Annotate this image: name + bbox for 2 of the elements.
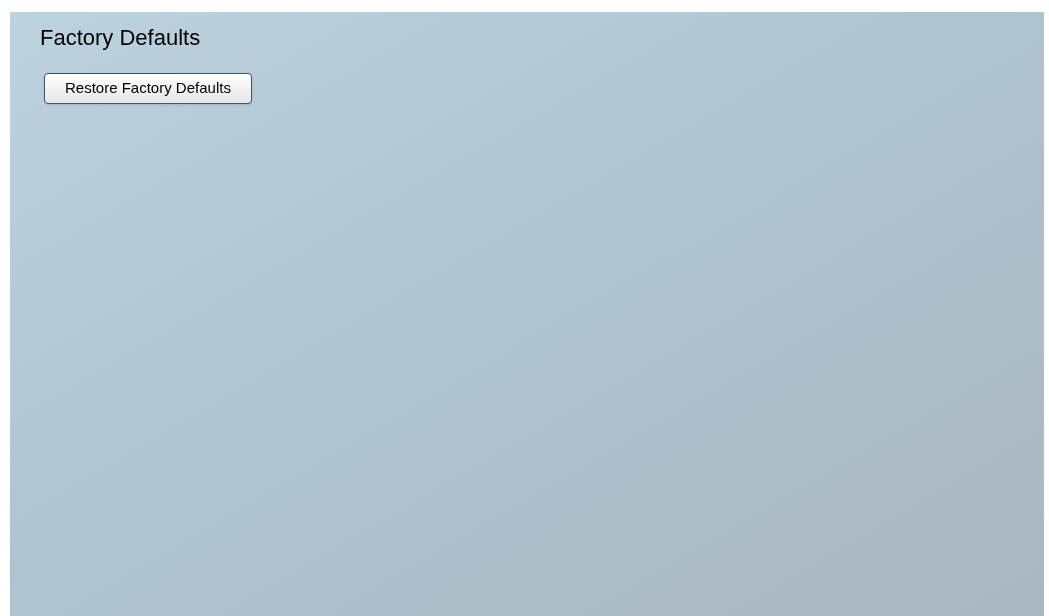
page-title: Factory Defaults xyxy=(40,24,201,52)
restore-defaults-button[interactable]: Restore Factory Defaults xyxy=(44,72,252,104)
